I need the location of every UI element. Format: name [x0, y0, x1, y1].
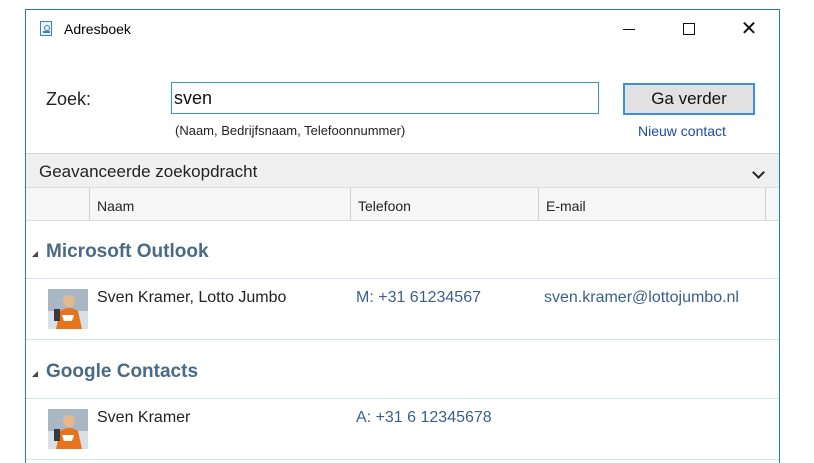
- close-button[interactable]: ✕: [726, 10, 772, 48]
- column-header-email[interactable]: E-mail: [539, 188, 766, 220]
- search-label: Zoek:: [46, 89, 92, 109]
- address-book-icon: [40, 21, 52, 36]
- contact-row[interactable]: Sven Kramer, Lotto Jumbo M: +31 61234567…: [26, 280, 779, 340]
- avatar-photo: [48, 289, 88, 329]
- new-contact-link[interactable]: Nieuw contact: [638, 123, 726, 139]
- avatar: [48, 409, 88, 449]
- chevron-down-icon: [752, 166, 765, 179]
- column-header-icon[interactable]: [26, 188, 90, 220]
- title-bar: Adresboek ✕: [26, 10, 779, 48]
- avatar-photo: [48, 409, 88, 449]
- group-header[interactable]: Microsoft Outlook: [26, 221, 779, 279]
- collapse-arrow-icon[interactable]: [32, 251, 38, 257]
- minimize-button[interactable]: [606, 10, 652, 48]
- advanced-search-toggle[interactable]: Geavanceerde zoekopdracht: [26, 153, 779, 187]
- close-icon: ✕: [740, 18, 758, 40]
- maximize-button[interactable]: [666, 10, 712, 48]
- group-title: Microsoft Outlook: [46, 241, 209, 262]
- address-book-window: Adresboek ✕ Zoek: (Naam, Bedrijfsnaam, T…: [25, 9, 780, 463]
- group-title: Google Contacts: [46, 361, 199, 382]
- search-hint: (Naam, Bedrijfsnaam, Telefoonnummer): [175, 123, 406, 138]
- column-header-phone[interactable]: Telefoon: [351, 188, 539, 220]
- contact-row[interactable]: Sven Kramer A: +31 6 12345678: [26, 400, 779, 460]
- contact-name: Sven Kramer, Lotto Jumbo: [97, 289, 287, 306]
- collapse-arrow-icon[interactable]: [32, 371, 38, 377]
- group-header[interactable]: Google Contacts: [26, 341, 779, 399]
- contact-phone[interactable]: A: +31 6 12345678: [356, 409, 492, 427]
- maximize-icon: [683, 23, 695, 35]
- contact-phone[interactable]: M: +31 61234567: [356, 289, 481, 307]
- minimize-icon: [623, 28, 635, 30]
- search-input[interactable]: [171, 82, 599, 114]
- avatar: [48, 289, 88, 329]
- contact-email[interactable]: sven.kramer@lottojumbo.nl: [544, 289, 739, 307]
- advanced-search-label: Geavanceerde zoekopdracht: [39, 162, 258, 181]
- column-header-row: Naam Telefoon E-mail: [26, 187, 779, 221]
- window-title: Adresboek: [64, 21, 131, 37]
- contact-name: Sven Kramer: [97, 409, 191, 426]
- column-header-name[interactable]: Naam: [90, 188, 351, 220]
- go-button[interactable]: Ga verder: [623, 83, 755, 115]
